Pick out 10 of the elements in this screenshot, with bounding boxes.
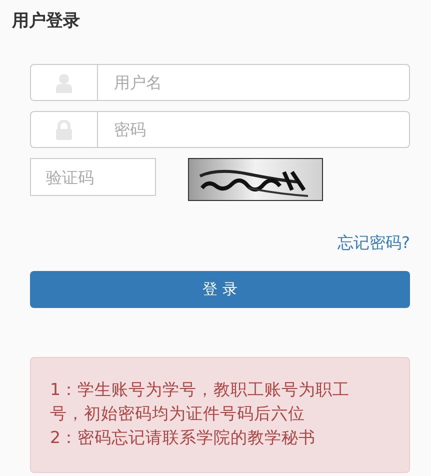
login-title: 用户登录 — [12, 10, 81, 33]
user-icon — [55, 72, 73, 92]
forgot-password-link[interactable]: 忘记密码? — [338, 231, 410, 255]
notice-text: 1：学生账号为学号，教职工账号为职工号，初始密码均为证件号码后六位 — [50, 379, 350, 425]
captcha-field[interactable]: 验证码 — [30, 158, 156, 196]
lock-icon — [55, 120, 73, 140]
input-field[interactable]: 密码 — [97, 111, 410, 148]
login-button[interactable]: 登 录 — [30, 271, 410, 308]
input-field[interactable]: 用户名 — [97, 64, 410, 101]
notice-text: 2：密码忘记请联系学院的教学秘书 — [50, 427, 316, 449]
